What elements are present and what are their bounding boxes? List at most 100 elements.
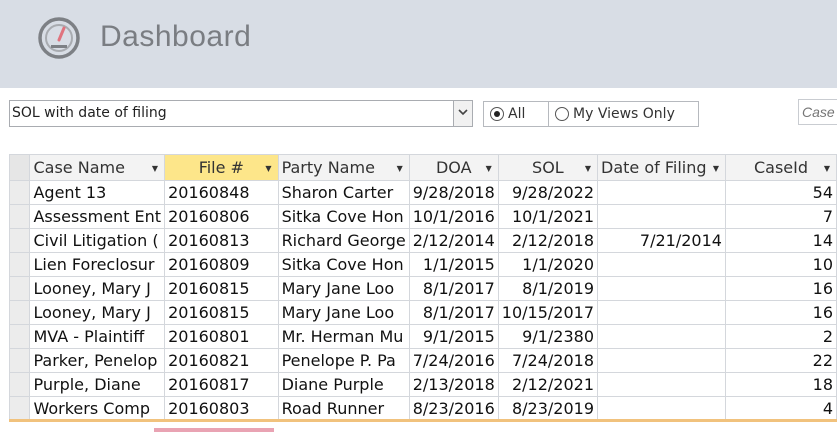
- radio-my-views[interactable]: My Views Only: [548, 101, 699, 127]
- table-cell[interactable]: 10: [724, 252, 837, 277]
- table-row[interactable]: Looney, Mary J 20160815 Mary Jane Loo 8/1/2…: [8, 276, 837, 301]
- table-cell[interactable]: 7: [724, 204, 837, 229]
- table-cell[interactable]: Purple, Diane: [29, 372, 166, 397]
- table-cell[interactable]: 7/24/2018: [497, 348, 599, 373]
- column-header-doa[interactable]: DOA ▼: [408, 154, 499, 181]
- table-cell[interactable]: 10/1/2021: [497, 204, 599, 229]
- table-cell[interactable]: 20160806: [164, 204, 279, 229]
- table-cell[interactable]: Workers Comp: [29, 396, 166, 422]
- table-cell[interactable]: Agent 13: [29, 180, 166, 205]
- column-header-file-number[interactable]: File # ▼: [164, 154, 279, 181]
- table-cell[interactable]: 9/28/2022: [497, 180, 599, 205]
- table-row[interactable]: Agent 13 20160848 Sharon Carter 9/28/2018 9/…: [8, 180, 837, 205]
- table-cell[interactable]: Mr. Herman Mu: [277, 324, 410, 349]
- radio-all-button[interactable]: [490, 107, 504, 121]
- table-cell[interactable]: 20160821: [164, 348, 279, 373]
- table-cell[interactable]: 20160817: [164, 372, 279, 397]
- table-cell[interactable]: 20160813: [164, 228, 279, 253]
- table-cell[interactable]: 2/12/2014: [408, 228, 499, 253]
- table-cell[interactable]: [597, 180, 726, 205]
- table-cell[interactable]: 20160848: [164, 180, 279, 205]
- table-cell[interactable]: Sharon Carter: [277, 180, 410, 205]
- table-cell[interactable]: 8/1/2017: [408, 300, 499, 325]
- column-header-party-name[interactable]: Party Name ▼: [277, 154, 410, 181]
- table-cell[interactable]: 7/24/2016: [408, 348, 499, 373]
- table-row[interactable]: Civil Litigation (20160813 Richard George…: [8, 228, 837, 253]
- table-cell[interactable]: Richard George: [277, 228, 410, 253]
- view-select[interactable]: SOL with date of filing: [9, 100, 473, 127]
- table-cell[interactable]: 20160815: [164, 276, 279, 301]
- table-row[interactable]: Lien Foreclosur 20160809 Sitka Cove Hon 1/1…: [8, 252, 837, 277]
- table-cell[interactable]: 4: [724, 396, 837, 422]
- radio-my-views-button[interactable]: [555, 107, 569, 121]
- table-cell[interactable]: 20160803: [164, 396, 279, 422]
- table-cell[interactable]: 2: [724, 324, 837, 349]
- table-cell[interactable]: 1/1/2020: [497, 252, 599, 277]
- table-cell[interactable]: Lien Foreclosur: [29, 252, 166, 277]
- select-all-corner[interactable]: [8, 154, 31, 181]
- table-cell[interactable]: Mary Jane Loo: [277, 276, 410, 301]
- table-cell[interactable]: 10/1/2016: [408, 204, 499, 229]
- table-cell[interactable]: 20160801: [164, 324, 279, 349]
- row-selector[interactable]: [8, 228, 31, 253]
- table-cell[interactable]: [597, 324, 726, 349]
- search-input[interactable]: [798, 99, 837, 125]
- column-header-caseid[interactable]: CaseId ▼: [724, 154, 837, 181]
- table-cell[interactable]: [597, 348, 726, 373]
- table-cell[interactable]: 9/28/2018: [408, 180, 499, 205]
- table-row[interactable]: Looney, Mary J 20160815 Mary Jane Loo 8/1/2…: [8, 300, 837, 325]
- table-cell[interactable]: 2/12/2021: [497, 372, 599, 397]
- table-cell[interactable]: 16: [724, 276, 837, 301]
- table-cell[interactable]: 9/1/2380: [497, 324, 599, 349]
- column-header-case-name[interactable]: Case Name ▼: [29, 154, 166, 181]
- row-selector[interactable]: [8, 396, 31, 422]
- row-selector[interactable]: [8, 372, 31, 397]
- table-cell[interactable]: 22: [724, 348, 837, 373]
- row-selector[interactable]: [8, 204, 31, 229]
- table-cell[interactable]: Civil Litigation (: [29, 228, 166, 253]
- row-selector[interactable]: [8, 348, 31, 373]
- column-header-date-of-filing[interactable]: Date of Filing ▼: [597, 154, 726, 181]
- table-cell[interactable]: 2/13/2018: [408, 372, 499, 397]
- radio-all[interactable]: All: [483, 101, 549, 127]
- table-cell[interactable]: [597, 372, 726, 397]
- table-cell[interactable]: 1/1/2015: [408, 252, 499, 277]
- table-cell[interactable]: 16: [724, 300, 837, 325]
- row-selector[interactable]: [8, 300, 31, 325]
- dropdown-button[interactable]: [453, 101, 472, 126]
- row-selector[interactable]: [8, 324, 31, 349]
- table-cell[interactable]: 18: [724, 372, 837, 397]
- table-cell[interactable]: 20160815: [164, 300, 279, 325]
- table-cell[interactable]: Diane Purple: [277, 372, 410, 397]
- row-selector[interactable]: [8, 252, 31, 277]
- table-cell[interactable]: 2/12/2018: [497, 228, 599, 253]
- table-cell[interactable]: Assessment Ent: [29, 204, 166, 229]
- row-selector[interactable]: [8, 276, 31, 301]
- table-cell[interactable]: MVA - Plaintiff: [29, 324, 166, 349]
- table-cell[interactable]: 8/23/2019: [497, 396, 599, 422]
- table-cell[interactable]: [597, 396, 726, 422]
- table-cell[interactable]: 8/23/2016: [408, 396, 499, 422]
- table-cell[interactable]: Parker, Penelop: [29, 348, 166, 373]
- table-cell[interactable]: Penelope P. Pa: [277, 348, 410, 373]
- table-cell[interactable]: [597, 204, 726, 229]
- column-header-sol[interactable]: SOL ▼: [497, 154, 599, 181]
- table-cell[interactable]: 8/1/2019: [497, 276, 599, 301]
- row-selector[interactable]: [8, 180, 31, 205]
- table-cell[interactable]: 20160809: [164, 252, 279, 277]
- table-cell[interactable]: Looney, Mary J: [29, 276, 166, 301]
- table-cell[interactable]: [597, 276, 726, 301]
- table-row[interactable]: Parker, Penelop 20160821 Penelope P. Pa 7/2…: [8, 348, 837, 373]
- table-cell[interactable]: Mary Jane Loo: [277, 300, 410, 325]
- table-row[interactable]: Purple, Diane 20160817 Diane Purple 2/13/20…: [8, 372, 837, 397]
- table-cell[interactable]: Sitka Cove Hon: [277, 204, 410, 229]
- table-cell[interactable]: 14: [724, 228, 837, 253]
- table-cell[interactable]: 9/1/2015: [408, 324, 499, 349]
- table-cell[interactable]: Road Runner: [277, 396, 410, 422]
- table-cell[interactable]: 54: [724, 180, 837, 205]
- table-row[interactable]: Assessment Ent 20160806 Sitka Cove Hon 10/1…: [8, 204, 837, 229]
- table-cell[interactable]: Looney, Mary J: [29, 300, 166, 325]
- table-cell[interactable]: 10/15/2017: [497, 300, 599, 325]
- table-cell[interactable]: 7/21/2014: [597, 228, 726, 253]
- table-cell[interactable]: [597, 252, 726, 277]
